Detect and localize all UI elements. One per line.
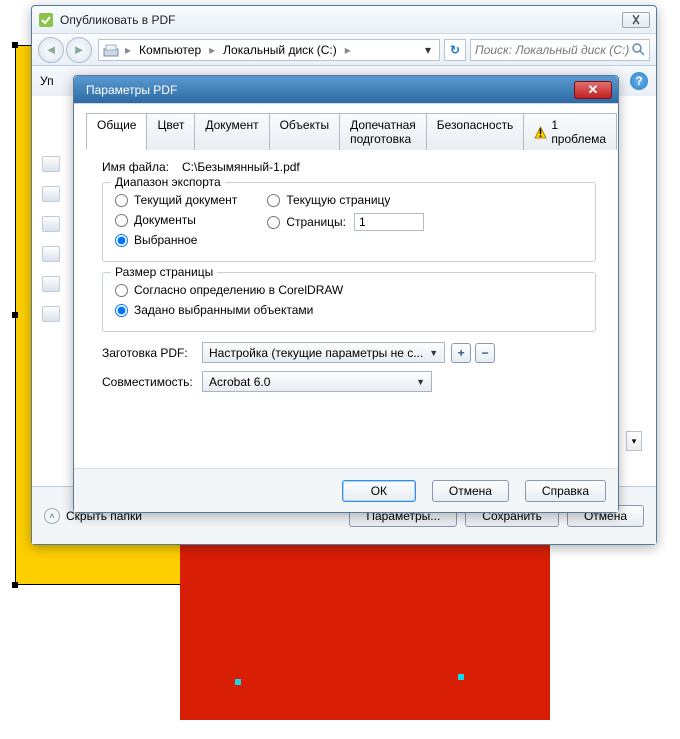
breadcrumb-sep: ▸	[123, 43, 133, 57]
drive-icon	[103, 42, 119, 58]
tabs-bar: Общие Цвет Документ Объекты Допечатная п…	[86, 112, 606, 150]
chevron-down-icon: ▼	[429, 348, 438, 358]
sidebar-item[interactable]	[42, 216, 60, 232]
dialog-footer: ОК Отмена Справка	[74, 468, 618, 512]
export-range-group: Диапазон экспорта Текущий документ Докум…	[102, 182, 596, 262]
close-button[interactable]: ✕	[574, 81, 612, 99]
preset-value: Настройка (текущие параметры не с...	[209, 346, 423, 360]
nav-forward-button[interactable]: ►	[66, 37, 92, 63]
filename-label: Имя файла:	[102, 160, 182, 174]
help-icon: ?	[635, 74, 642, 88]
tab-general[interactable]: Общие	[86, 113, 147, 150]
selection-handle[interactable]	[12, 312, 18, 318]
forward-arrow-icon: ►	[73, 42, 86, 57]
sidebar-places	[42, 156, 64, 356]
search-box[interactable]	[470, 39, 650, 61]
breadcrumb-sep: ▸	[207, 43, 217, 57]
tab-issues[interactable]: ! 1 проблема	[523, 113, 617, 150]
radio-documents[interactable]: Документы	[115, 213, 237, 227]
selection-handle[interactable]	[12, 582, 18, 588]
cancel-button[interactable]: Отмена	[432, 480, 509, 502]
warning-icon: !	[534, 126, 547, 139]
radio-current-document[interactable]: Текущий документ	[115, 193, 237, 207]
group-title: Диапазон экспорта	[111, 175, 225, 189]
dialog-body: Общие Цвет Документ Объекты Допечатная п…	[74, 104, 618, 468]
sidebar-item[interactable]	[42, 306, 60, 322]
chevron-down-icon: ▾	[632, 436, 637, 447]
radio-selected-objects[interactable]: Задано выбранными объектами	[115, 303, 583, 317]
close-button[interactable]: 𐌢	[622, 12, 650, 28]
page-size-group: Размер страницы Согласно определению в C…	[102, 272, 596, 332]
remove-preset-button[interactable]: −	[475, 343, 495, 363]
minus-icon: −	[482, 346, 489, 360]
nav-back-button[interactable]: ◄	[38, 37, 64, 63]
group-title: Размер страницы	[111, 265, 217, 279]
breadcrumb-sep: ▸	[343, 43, 353, 57]
filename-value: C:\Безымянный-1.pdf	[182, 160, 300, 174]
svg-text:!: !	[539, 126, 543, 139]
plus-icon: +	[458, 346, 465, 360]
tab-issues-label: 1 проблема	[551, 118, 606, 146]
pages-input[interactable]	[354, 213, 424, 231]
refresh-button[interactable]: ↻	[444, 39, 466, 61]
compatibility-value: Acrobat 6.0	[209, 375, 410, 389]
search-icon	[632, 43, 645, 56]
preset-select[interactable]: Настройка (текущие параметры не с... ▼	[202, 342, 445, 363]
sidebar-item[interactable]	[42, 246, 60, 262]
radio-current-page[interactable]: Текущую страницу	[267, 193, 424, 207]
sidebar-item[interactable]	[42, 276, 60, 292]
help-button[interactable]: Справка	[525, 480, 606, 502]
navigation-toolbar: ◄ ► ▸ Компьютер ▸ Локальный диск (C:) ▸ …	[32, 34, 656, 66]
titlebar[interactable]: Параметры PDF ✕	[74, 76, 618, 104]
tab-pane-general: Имя файла: C:\Безымянный-1.pdf Диапазон …	[86, 150, 606, 410]
breadcrumb-item-drive[interactable]: Локальный диск (C:)	[217, 43, 343, 57]
filetype-dropdown[interactable]: ▾	[626, 431, 642, 451]
tab-document[interactable]: Документ	[194, 113, 269, 150]
radio-pages[interactable]: Страницы:	[267, 213, 424, 231]
back-arrow-icon: ◄	[45, 42, 58, 57]
selection-handle[interactable]	[12, 42, 18, 48]
refresh-icon: ↻	[450, 43, 460, 57]
pdf-icon	[38, 12, 54, 28]
compatibility-select[interactable]: Acrobat 6.0 ▼	[202, 371, 432, 392]
selection-handle[interactable]	[235, 679, 241, 685]
tab-security[interactable]: Безопасность	[426, 113, 525, 150]
radio-coreldraw-defined[interactable]: Согласно определению в CorelDRAW	[115, 283, 583, 297]
sidebar-item[interactable]	[42, 186, 60, 202]
chevron-down-icon: ▼	[416, 377, 425, 387]
organize-label: Уп	[40, 74, 54, 88]
search-input[interactable]	[475, 43, 632, 57]
titlebar[interactable]: Опубликовать в PDF 𐌢	[32, 6, 656, 34]
tab-prepress[interactable]: Допечатная подготовка	[339, 113, 427, 150]
breadcrumb-dropdown[interactable]: ▾	[421, 43, 435, 57]
dialog-title: Параметры PDF	[80, 83, 574, 97]
preset-label: Заготовка PDF:	[102, 346, 202, 360]
breadcrumb-bar[interactable]: ▸ Компьютер ▸ Локальный диск (C:) ▸ ▾	[98, 39, 440, 61]
ok-button[interactable]: ОК	[342, 480, 416, 502]
tab-color[interactable]: Цвет	[146, 113, 195, 150]
compatibility-label: Совместимость:	[102, 375, 202, 389]
add-preset-button[interactable]: +	[451, 343, 471, 363]
close-icon: ✕	[588, 82, 599, 98]
close-glyph: 𐌢	[632, 13, 640, 27]
chevron-up-icon: ˄	[44, 508, 60, 524]
radio-selected[interactable]: Выбранное	[115, 233, 237, 247]
pdf-parameters-dialog: Параметры PDF ✕ Общие Цвет Документ Объе…	[73, 75, 619, 513]
help-button[interactable]: ?	[630, 72, 648, 90]
breadcrumb-item-computer[interactable]: Компьютер	[133, 43, 207, 57]
sidebar-item[interactable]	[42, 156, 60, 172]
selection-handle[interactable]	[458, 674, 464, 680]
window-title: Опубликовать в PDF	[60, 13, 618, 27]
tab-objects[interactable]: Объекты	[269, 113, 341, 150]
